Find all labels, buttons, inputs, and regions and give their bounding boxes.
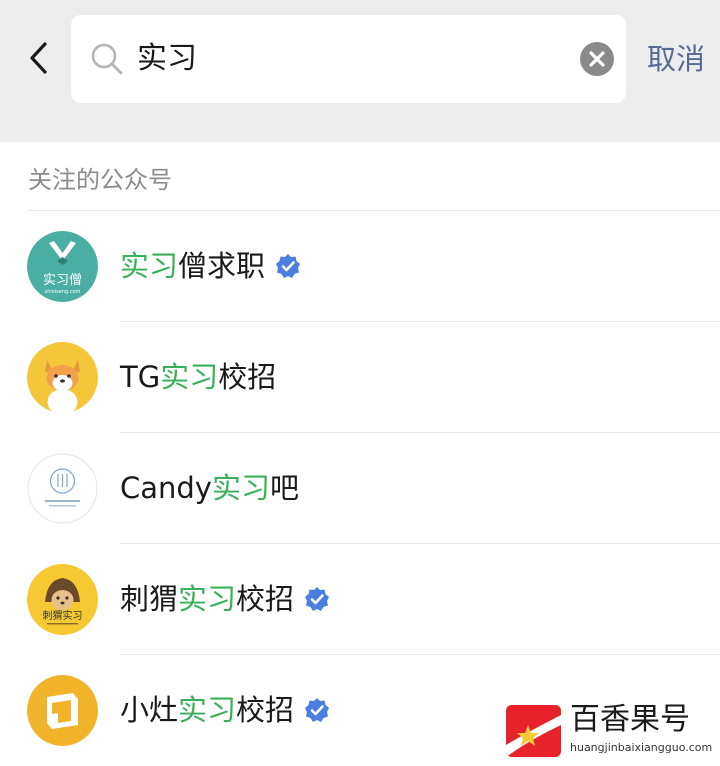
search-bar[interactable]: 实习 — [71, 15, 626, 103]
search-header: 实习 取消 — [0, 0, 720, 142]
star-logo-icon — [506, 705, 561, 757]
svg-text:shixiseng.com: shixiseng.com — [45, 289, 81, 295]
clear-search-button[interactable] — [580, 42, 614, 76]
watermark: 百香果号 huangjinbaixiangguo.com — [506, 701, 716, 759]
chevron-left-icon — [30, 42, 47, 74]
account-name: Candy 实习吧 — [120, 471, 300, 505]
account-name: 实习 僧求职 — [120, 241, 301, 291]
cancel-button[interactable]: 取消 — [632, 30, 720, 88]
svg-text:刺猬实习: 刺猬实习 — [43, 609, 83, 622]
avatar — [27, 342, 98, 413]
watermark-url: huangjinbaixiangguo.com — [570, 741, 713, 754]
hedgehog-icon: 刺猬实习 — [27, 564, 98, 635]
watermark-logo — [506, 705, 561, 757]
avatar — [27, 453, 98, 524]
tuxedo-logo-icon: 实习僧 shixiseng.com — [27, 231, 98, 302]
result-row[interactable]: TG 实习 校招 — [0, 322, 720, 433]
search-icon — [91, 43, 123, 75]
xiaozao-logo-icon — [27, 675, 98, 746]
candy-logo-icon — [27, 453, 98, 524]
corgi-icon — [27, 342, 98, 413]
account-name: TG 实习 校招 — [120, 360, 277, 394]
avatar — [27, 675, 98, 746]
result-row[interactable]: 实习僧 shixiseng.com 实习 僧求职 — [0, 211, 720, 322]
verified-badge-icon — [305, 698, 330, 722]
svg-text:实习僧: 实习僧 — [43, 273, 82, 288]
result-row[interactable]: Candy 实习吧 — [0, 433, 720, 544]
close-icon — [589, 51, 605, 67]
watermark-title: 百香果号 — [570, 702, 690, 737]
section-title: 关注的公众号 — [28, 166, 172, 194]
avatar: 实习僧 shixiseng.com — [27, 231, 98, 302]
account-name: 小灶 实习 校招 — [120, 685, 330, 735]
avatar: 刺猬实习 — [27, 564, 98, 635]
search-input[interactable]: 实习 — [137, 15, 557, 103]
verified-badge-icon — [305, 587, 330, 611]
account-name: 刺猬 实习 校招 — [120, 574, 330, 624]
verified-badge-icon — [276, 254, 301, 278]
result-row[interactable]: 刺猬实习 刺猬 实习 校招 — [0, 544, 720, 655]
back-button[interactable] — [18, 36, 58, 80]
